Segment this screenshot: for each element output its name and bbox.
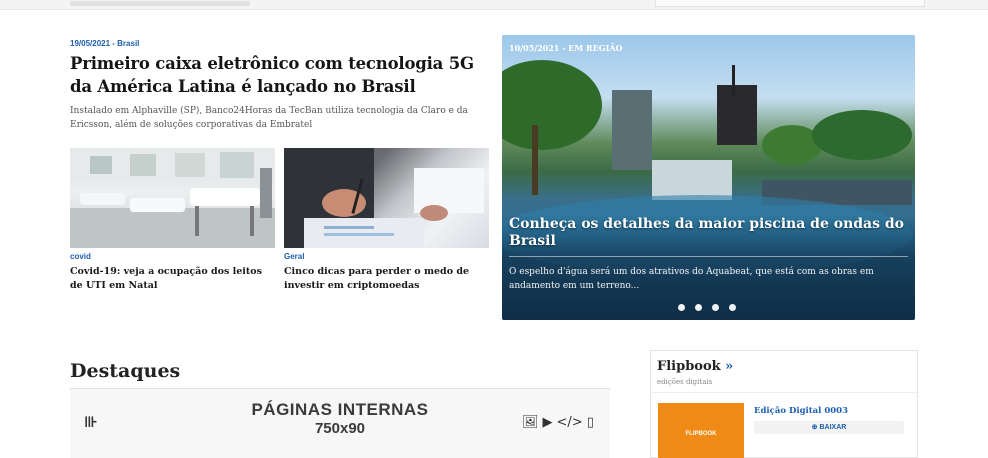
slider-dot-2[interactable] <box>695 304 702 311</box>
top-bar-search-box[interactable] <box>655 0 925 7</box>
ad-media-icons: 🖼 ▶ </> ▯ <box>522 415 594 430</box>
video-play-icon: ▶ <box>542 415 553 430</box>
slider-dot-3[interactable] <box>712 304 719 311</box>
main-story-kicker[interactable]: 19/05/2021 - Brasil <box>70 39 139 48</box>
slider-dot-1[interactable] <box>678 304 685 311</box>
top-bar <box>0 0 988 10</box>
investing-illustration <box>284 148 484 248</box>
hero-slider[interactable]: 10/05/2021 - EM REGIÃO Conheça os detalh… <box>502 35 915 320</box>
flipbook-download-label: BAIXAR <box>819 424 847 431</box>
hero-title[interactable]: Conheça os detalhes da maior piscina de … <box>509 216 909 250</box>
document-icon: ▯ <box>586 415 594 430</box>
card-title-covid[interactable]: Covid-19: veja a ocupação dos leitos de … <box>70 265 275 293</box>
main-story-summary: Instalado em Alphaville (SP), Banco24Hor… <box>70 106 468 130</box>
flipbook-download-button[interactable]: ⊕ BAIXAR <box>754 421 904 434</box>
flipbook-arrow-icon: » <box>725 359 734 374</box>
slider-dot-4[interactable] <box>729 304 736 311</box>
hero-divider <box>509 256 908 257</box>
destaques-heading: Destaques <box>70 360 181 382</box>
hero-summary: O espelho d'água será um dos atrativos d… <box>509 267 874 291</box>
code-icon: </> <box>556 415 583 430</box>
slider-dots <box>678 304 736 311</box>
top-bar-left-text <box>70 1 250 6</box>
flipbook-cover-text: FLIPBOOK <box>685 431 717 437</box>
flipbook-widget: Flipbook » edições digitais FLIPBOOK Edi… <box>650 350 919 458</box>
card-category-covid[interactable]: covid <box>70 252 91 261</box>
main-story-title[interactable]: Primeiro caixa eletrônico com tecnologia… <box>70 52 480 98</box>
card-image-investing[interactable] <box>284 148 489 248</box>
flipbook-title-text: Flipbook <box>657 359 721 374</box>
flipbook-divider <box>651 392 919 393</box>
flipbook-subtitle: edições digitais <box>657 378 713 386</box>
flipbook-cover[interactable]: FLIPBOOK <box>658 403 744 458</box>
card-title-crypto[interactable]: Cinco dicas para perder o medo de invest… <box>284 265 489 293</box>
flipbook-edition-link[interactable]: Edição Digital 0003 <box>754 406 848 416</box>
image-icon: 🖼 <box>522 415 539 430</box>
card-category-geral[interactable]: Geral <box>284 252 304 261</box>
hero-date: 10/05/2021 - EM REGIÃO <box>509 43 623 53</box>
flipbook-title[interactable]: Flipbook » <box>657 359 733 374</box>
hospital-beds-illustration <box>70 148 275 248</box>
card-image-hospital-beds[interactable] <box>70 148 275 248</box>
ad-banner[interactable]: ⊪ PÁGINAS INTERNAS 750x90 🖼 ▶ </> ▯ <box>70 388 610 458</box>
